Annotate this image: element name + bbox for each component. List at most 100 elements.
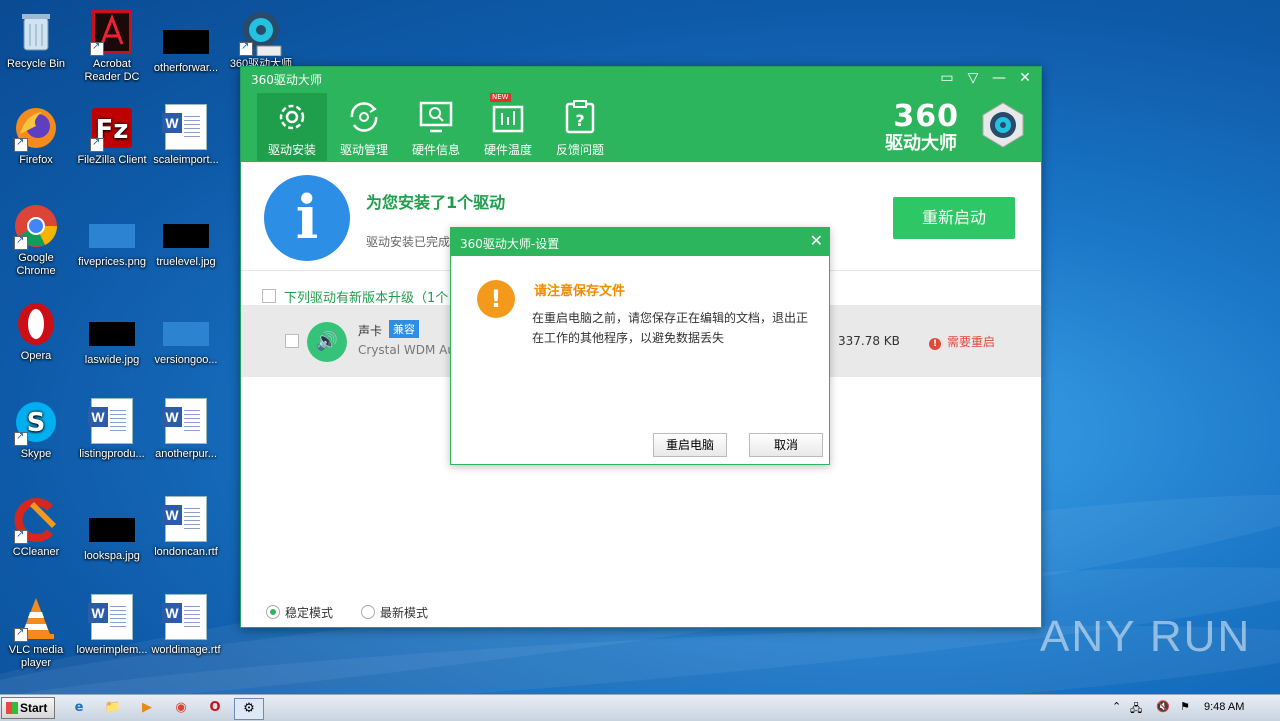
acrobat-icon (88, 8, 136, 56)
cancel-button[interactable]: 取消 (749, 433, 823, 457)
desktop-icon-label: fiveprices.png (78, 256, 146, 268)
shortcut-arrow-icon (90, 136, 104, 152)
opera-taskbar-icon[interactable]: O (204, 698, 226, 718)
feedback-chat-icon[interactable]: ▭ (937, 70, 957, 86)
desktop-icon-lowerimplem[interactable]: lowerimplem... (74, 594, 150, 657)
desktop-icon-fiveprices[interactable]: fiveprices.png (74, 202, 150, 269)
dialog-close-icon[interactable]: ✕ (810, 231, 823, 250)
dialog-titlebar: 360驱动大师-设置 ✕ (451, 228, 829, 256)
compatible-badge: 兼容 (389, 320, 419, 338)
tab-driver-manage[interactable]: 驱动管理 (329, 93, 399, 161)
radio-selected-icon (266, 605, 280, 619)
driver-master-taskbar-icon[interactable]: ⚙ (234, 698, 264, 720)
desktop-icon-label: londoncan.rtf (154, 546, 218, 558)
desktop-icon-laswide[interactable]: laswide.jpg (74, 300, 150, 367)
desktop-icon-label: worldimage.rtf (151, 644, 221, 656)
desktop-icon-truelevel[interactable]: truelevel.jpg (148, 202, 224, 269)
start-label: Start (20, 701, 48, 715)
radio-unselected-icon (361, 605, 375, 619)
shortcut-arrow-icon (14, 626, 28, 642)
explorer-taskbar-icon[interactable]: 📁 (102, 698, 124, 718)
image-thumbnail-icon (163, 224, 209, 248)
word-document-icon (162, 104, 210, 152)
mode-stable-radio[interactable]: 稳定模式 (266, 604, 333, 621)
monitor-search-icon (418, 99, 454, 135)
desktop-icon-londoncan[interactable]: londoncan.rtf (148, 496, 224, 559)
shortcut-arrow-icon (14, 136, 28, 152)
show-hidden-icons[interactable]: ⌃ (1112, 700, 1121, 713)
desktop-icon-opera[interactable]: Opera (0, 300, 74, 363)
driver-status: ! 需要重启 (929, 333, 995, 350)
update-list-header: 下列驱动有新版本升级（1个 (284, 291, 449, 306)
driver-description: Crystal WDM Au (358, 343, 455, 357)
tab-label: 驱动管理 (339, 143, 388, 157)
refresh-gear-icon (346, 99, 382, 135)
shortcut-arrow-icon (239, 40, 253, 56)
desktop-icon-label: versiongoo... (154, 354, 218, 366)
desktop-icon-recycle-bin[interactable]: Recycle Bin (0, 8, 74, 71)
tab-feedback[interactable]: ? 反馈问题 (545, 93, 615, 161)
ie-taskbar-icon[interactable]: e (68, 698, 90, 718)
select-all-checkbox[interactable] (262, 289, 276, 303)
tab-hardware-info[interactable]: 硬件信息 (401, 93, 471, 161)
desktop-icon-scaleimport[interactable]: scaleimport... (148, 104, 224, 167)
tab-hardware-temp[interactable]: NEW 硬件温度 (473, 93, 543, 161)
restart-button[interactable]: 重新启动 (893, 197, 1015, 239)
logo-gear-icon (982, 102, 1024, 148)
tab-label: 反馈问题 (555, 143, 604, 157)
word-document-icon (162, 398, 210, 446)
desktop-icon-firefox[interactable]: Firefox (0, 104, 74, 167)
desktop-icon-360-driver[interactable]: 360驱动大师 (223, 8, 299, 71)
shortcut-arrow-icon (14, 430, 28, 446)
start-button[interactable]: Start (1, 697, 55, 719)
restart-computer-button[interactable]: 重启电脑 (653, 433, 727, 457)
minimize-icon[interactable]: — (989, 70, 1009, 86)
tab-driver-install[interactable]: 驱动安装 (257, 93, 327, 161)
shortcut-arrow-icon (90, 40, 104, 56)
mode-latest-radio[interactable]: 最新模式 (361, 604, 428, 621)
thermometer-icon: NEW (490, 93, 526, 135)
skype-icon: S (12, 398, 60, 446)
alert-icon: ! (929, 338, 941, 350)
desktop-icon-listingprodu[interactable]: listingprodu... (74, 398, 150, 461)
speaker-icon: 🔊 (307, 322, 347, 362)
close-icon[interactable]: ✕ (1015, 70, 1035, 86)
svg-text:?: ? (575, 111, 584, 130)
desktop-icon-versiongoo[interactable]: versiongoo... (148, 300, 224, 367)
mode-latest-label: 最新模式 (380, 606, 429, 620)
desktop-icon-skype[interactable]: S Skype (0, 398, 74, 461)
desktop-icon-anotherpur[interactable]: anotherpur... (148, 398, 224, 461)
clipboard-question-icon: ? (562, 99, 598, 135)
tab-label: 驱动安装 (267, 143, 316, 157)
volume-muted-tray-icon[interactable]: 🔇 (1156, 700, 1170, 713)
chrome-taskbar-icon[interactable]: ◉ (170, 698, 192, 718)
firefox-icon (12, 104, 60, 152)
restart-confirm-dialog: 360驱动大师-设置 ✕ ! 请注意保存文件 在重启电脑之前，请您保存正在编辑的… (450, 227, 830, 465)
desktop-icon-chrome[interactable]: Google Chrome (0, 202, 74, 278)
shortcut-arrow-icon (14, 528, 28, 544)
network-tray-icon[interactable]: 🖧 (1130, 700, 1142, 719)
desktop-icon-filezilla[interactable]: Fz FileZilla Client (74, 104, 150, 167)
menu-dropdown-icon[interactable]: ▽ (963, 70, 983, 86)
window-header: 360驱动大师 ▭ ▽ — ✕ 驱动安装 驱动管理 硬件信息 NEW 硬件温度 … (241, 67, 1041, 162)
action-center-flag-icon[interactable]: ⚑ (1180, 700, 1190, 713)
media-player-taskbar-icon[interactable]: ▶ (136, 698, 158, 718)
desktop-icon-vlc[interactable]: VLC media player (0, 594, 74, 670)
image-thumbnail-icon (89, 224, 135, 248)
desktop-icon-acrobat[interactable]: Acrobat Reader DC (74, 8, 150, 84)
desktop-icon-ccleaner[interactable]: CCleaner (0, 496, 74, 559)
vlc-cone-icon (12, 594, 60, 642)
driver-checkbox[interactable] (285, 334, 299, 348)
taskbar-clock[interactable]: 9:48 AM (1204, 701, 1244, 713)
desktop-icon-label: CCleaner (12, 546, 60, 558)
anyrun-watermark: ANY RUN (1040, 612, 1252, 661)
desktop-icon-label: anotherpur... (155, 448, 217, 460)
desktop-icon-worldimage[interactable]: worldimage.rtf (148, 594, 224, 657)
desktop-icon-label: Recycle Bin (6, 58, 66, 70)
warning-icon: ! (477, 280, 515, 318)
desktop-icon-otherforwar[interactable]: otherforwar... (148, 8, 224, 75)
install-result-title: 为您安装了1个驱动 (366, 193, 506, 212)
desktop-icon-lookspa[interactable]: lookspa.jpg (74, 496, 150, 563)
ccleaner-icon (12, 496, 60, 544)
windows-flag-icon (6, 702, 18, 714)
